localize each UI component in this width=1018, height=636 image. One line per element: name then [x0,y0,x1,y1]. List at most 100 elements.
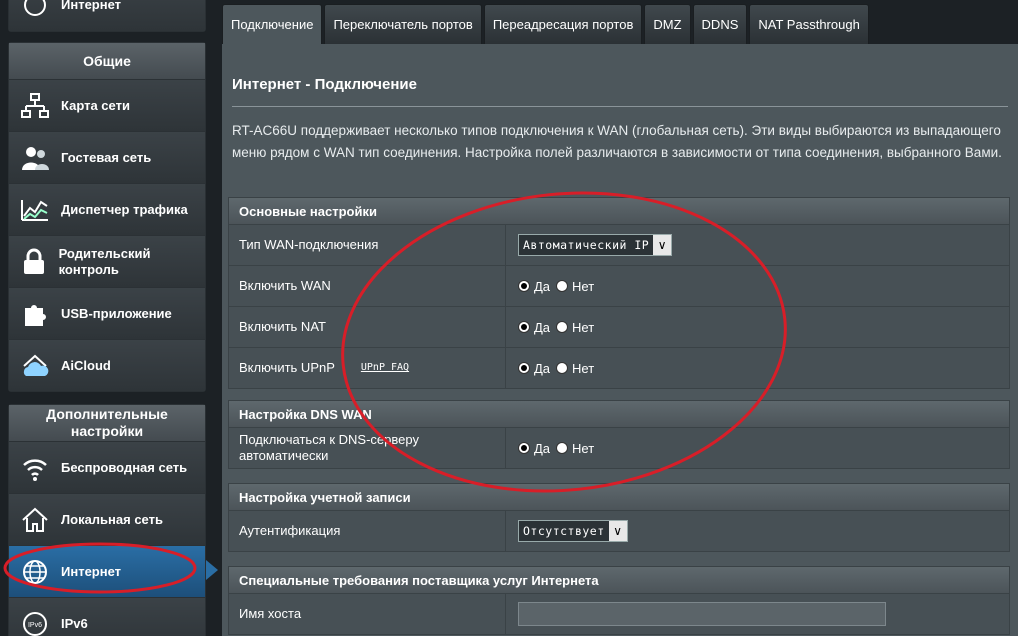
dns-auto-yes-radio[interactable]: Да [518,441,550,456]
sidebar-item-label: Диспетчер трафика [61,201,188,217]
globe-icon [15,0,55,25]
wan-type-select[interactable]: Автоматический IP ∨ [518,234,673,256]
tab-connection[interactable]: Подключение [222,4,323,44]
radio-dot [518,442,530,454]
chevron-down-icon: ∨ [608,521,627,541]
sidebar-item-label: USB-приложение [61,305,172,321]
radio-dot [556,442,569,454]
dns-auto-label: Подключаться к DNS-серверу автоматически [239,432,419,463]
enable-upnp-label: Включить UPnP [239,360,335,375]
chevron-down-icon: ∨ [653,235,672,255]
enable-nat-label: Включить NAT [239,319,326,334]
sidebar-item-internet[interactable]: Интернет [9,545,205,597]
sidebar-item-network-map[interactable]: Карта сети [9,79,205,131]
radio-label: Нет [572,278,595,294]
section-isp-requirements: Специальные требования поставщика услуг … [228,566,1010,594]
enable-wan-label: Включить WAN [239,278,331,293]
sidebar-item-guest-network[interactable]: Гостевая сеть [9,131,205,183]
dns-auto-no-radio[interactable]: Нет [556,441,594,456]
row-dns-auto: Подключаться к DNS-серверу автоматически… [228,428,1010,469]
page-title: Интернет - Подключение [232,76,417,93]
radio-label: Да [534,360,551,376]
sidebar-item-usb-app[interactable]: USB-приложение [9,287,205,339]
active-item-arrow [206,560,218,580]
page-description: RT-AC66U поддерживает несколько типов по… [232,123,1002,160]
sidebar-advanced: Дополнительные настройки Беспроводная се… [8,404,206,636]
row-enable-nat: Включить NAT Да Нет [228,307,1010,348]
section-dns-wan: Настройка DNS WAN [228,400,1010,428]
tab-port-switch[interactable]: Переключатель портов [324,4,482,44]
radio-label: Да [534,278,551,294]
hostname-input[interactable] [518,602,886,626]
radio-label: Нет [572,360,595,376]
tab-ddns[interactable]: DDNS [692,4,748,44]
row-wan-type: Тип WAN-подключения Автоматический IP ∨ [228,225,1010,266]
network-map-icon [15,86,55,126]
radio-dot [518,321,530,333]
auth-value: Отсутствует [523,524,605,538]
home-icon [15,500,55,540]
wifi-icon [15,448,55,488]
radio-label: Нет [572,319,595,335]
sidebar-item-lan[interactable]: Локальная сеть [9,493,205,545]
guest-network-icon [15,138,55,178]
radio-dot [556,280,569,292]
row-enable-wan: Включить WAN Да Нет [228,266,1010,307]
sidebar-item-label: Интернет [61,0,122,12]
sidebar-item-label: Карта сети [61,97,130,113]
sidebar-item-internet-top[interactable]: Интернет [9,0,205,31]
radio-dot [556,321,569,333]
globe-icon [15,552,55,592]
tab-dmz[interactable]: DMZ [644,4,691,44]
lock-icon [15,242,53,282]
section-basic-settings: Основные настройки [228,197,1010,225]
radio-label: Да [534,440,551,456]
radio-dot [518,362,530,374]
wan-type-value: Автоматический IP [523,238,650,252]
sidebar-item-ipv6[interactable]: IPv6 IPv6 [9,597,205,636]
hostname-label: Имя хоста [239,606,302,621]
sidebar-advanced-title: Дополнительные настройки [9,405,205,441]
row-hostname: Имя хоста [228,594,1010,635]
sidebar-general: Общие Карта сети Гостевая сеть Диспетчер… [8,42,206,392]
sidebar-item-aicloud[interactable]: AiCloud [9,339,205,391]
sidebar-item-label: Родительский контроль [58,245,151,277]
tab-bar: Подключение Переключатель портов Переадр… [222,4,869,44]
sidebar-item-label: Беспроводная сеть [61,459,188,475]
cloud-icon [15,346,55,386]
row-authentication: Аутентификация Отсутствует ∨ [228,511,1010,552]
radio-dot [518,280,530,292]
sidebar-item-wireless[interactable]: Беспроводная сеть [9,441,205,493]
sidebar-item-label: Интернет [61,563,122,579]
upnp-faq-link[interactable]: UPnP FAQ [361,360,409,376]
sidebar-item-label: IPv6 [61,615,88,631]
section-account: Настройка учетной записи [228,483,1010,511]
enable-upnp-yes-radio[interactable]: Да [518,361,550,376]
sidebar-item-parental-control[interactable]: Родительский контроль [9,235,205,287]
sidebar-item-label: Локальная сеть [61,511,163,527]
radio-label: Да [534,319,551,335]
enable-nat-no-radio[interactable]: Нет [556,320,594,335]
enable-upnp-no-radio[interactable]: Нет [556,361,594,376]
row-enable-upnp: Включить UPnP UPnP FAQ Да Нет [228,348,1010,389]
sidebar-item-label: AiCloud [61,357,111,373]
tab-nat-passthrough[interactable]: NAT Passthrough [749,4,869,44]
sidebar-general-title: Общие [9,43,205,79]
sidebar-item-label: Гостевая сеть [61,149,152,165]
enable-wan-no-radio[interactable]: Нет [556,279,594,294]
auth-label: Аутентификация [239,523,341,538]
sidebar-top-block: Интернет [8,0,206,32]
sidebar-item-traffic-manager[interactable]: Диспетчер трафика [9,183,205,235]
radio-label: Нет [572,440,595,456]
svg-text:IPv6: IPv6 [28,622,42,629]
puzzle-icon [15,294,55,334]
sidebar: Интернет Общие Карта сети Гостевая сеть … [0,0,218,636]
title-divider [232,106,1008,107]
tab-port-forwarding[interactable]: Переадресация портов [483,4,643,44]
ipv6-icon: IPv6 [15,604,55,636]
radio-dot [556,362,569,374]
auth-select[interactable]: Отсутствует ∨ [518,520,628,542]
enable-wan-yes-radio[interactable]: Да [518,279,550,294]
enable-nat-yes-radio[interactable]: Да [518,320,550,335]
wan-type-label: Тип WAN-подключения [239,237,379,252]
